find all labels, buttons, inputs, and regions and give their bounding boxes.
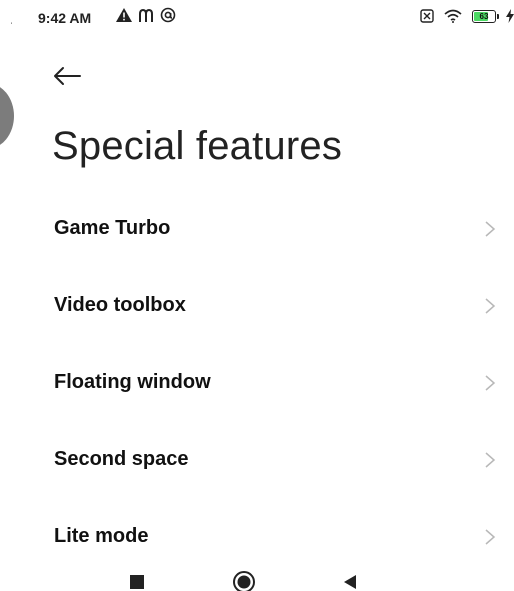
- back-arrow-icon: [54, 67, 81, 85]
- menu-item-label: Video toolbox: [54, 294, 186, 316]
- chevron-right-icon: [485, 374, 496, 391]
- floating-quick-ball[interactable]: [0, 83, 14, 149]
- home-circle-icon[interactable]: [232, 570, 256, 591]
- menu-item-second-space[interactable]: Second space: [0, 421, 514, 498]
- status-time: 9:42 AM: [38, 10, 92, 26]
- wifi-icon: [444, 9, 462, 23]
- menu-item-lite-mode[interactable]: Lite mode: [0, 498, 514, 575]
- chevron-right-icon: [485, 528, 496, 545]
- feature-list: Game Turbo Video toolbox Floating window…: [0, 190, 514, 575]
- at-icon: [160, 7, 176, 23]
- menu-item-video-toolbox[interactable]: Video toolbox: [0, 267, 514, 344]
- chevron-right-icon: [485, 297, 496, 314]
- menu-item-floating-window[interactable]: Floating window: [0, 344, 514, 421]
- navigation-bar: [0, 566, 514, 591]
- back-triangle-icon[interactable]: [342, 574, 358, 590]
- menu-item-label: Second space: [54, 448, 189, 470]
- chevron-right-icon: [485, 220, 496, 237]
- menu-item-label: Floating window: [54, 371, 211, 393]
- chevron-right-icon: [485, 451, 496, 468]
- system-icons: 63: [420, 9, 514, 23]
- menu-item-label: Game Turbo: [54, 217, 171, 239]
- status-tick: ˌ: [10, 14, 14, 25]
- back-button[interactable]: [52, 58, 92, 94]
- notification-icons: [116, 7, 176, 23]
- menu-item-game-turbo[interactable]: Game Turbo: [0, 190, 514, 267]
- warning-icon: [116, 8, 132, 22]
- sim-off-icon: [420, 9, 434, 23]
- recents-square-icon[interactable]: [130, 575, 144, 589]
- battery-icon: 63: [472, 9, 499, 23]
- battery-level: 63: [479, 11, 489, 21]
- battery-nub: [497, 13, 499, 19]
- charging-icon: [506, 9, 514, 23]
- page-title: Special features: [52, 124, 343, 168]
- status-bar: ˌ 9:42 AM 63: [0, 0, 514, 36]
- settings-screen: ˌ 9:42 AM 63 Special features Game Turbo…: [0, 0, 514, 591]
- menu-item-label: Lite mode: [54, 525, 149, 547]
- m-icon: [139, 8, 153, 22]
